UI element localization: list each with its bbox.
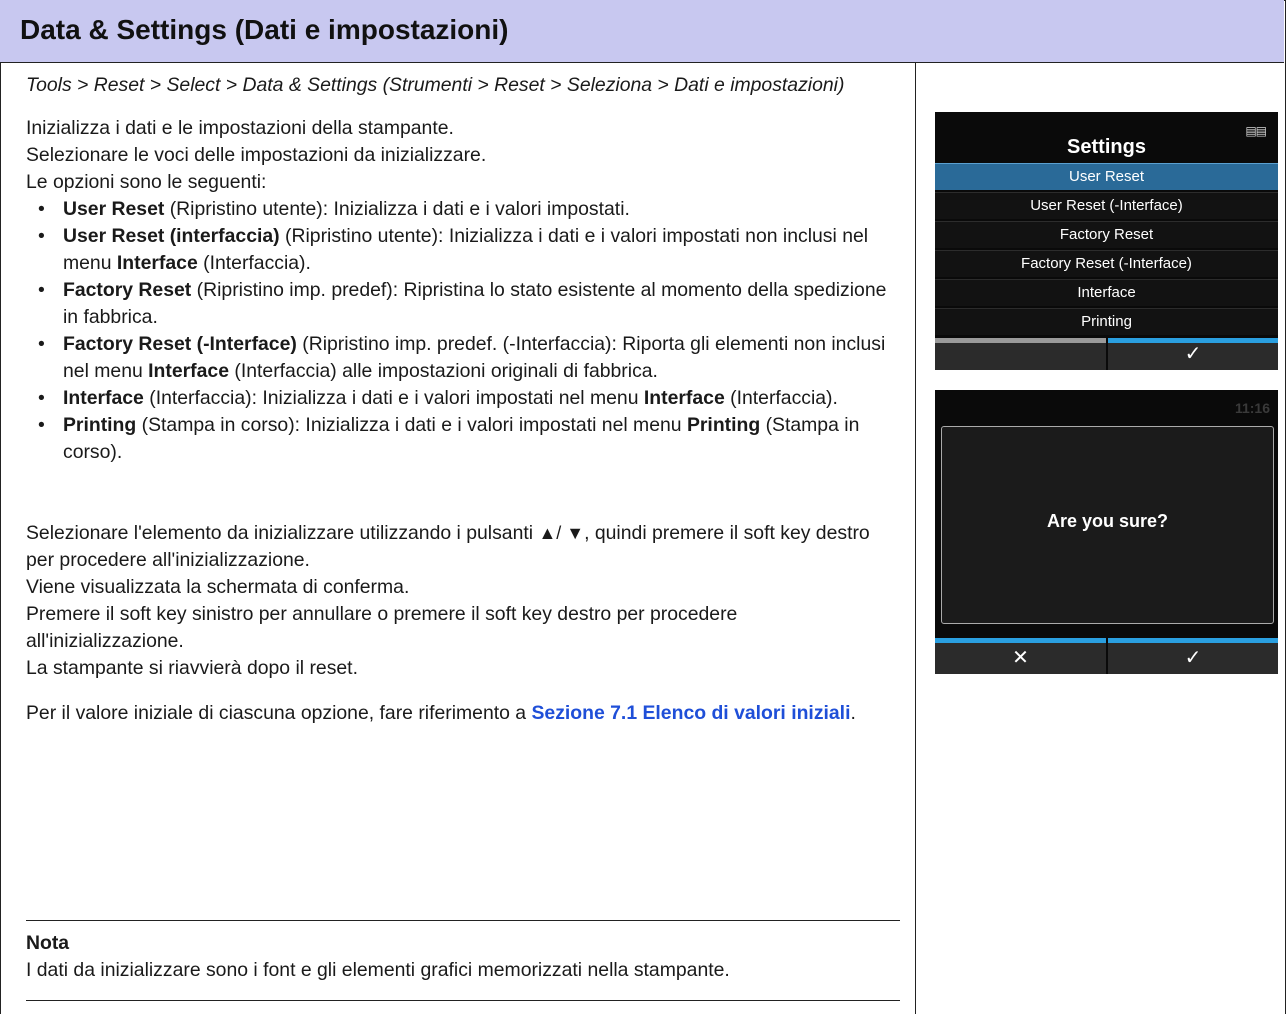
check-icon: ✓ (1184, 343, 1202, 365)
menu-item-interface[interactable]: Interface (935, 279, 1278, 306)
list-item: • Printing (Stampa in corso): Inizializza… (38, 414, 860, 463)
ok-soft-key[interactable]: ✓ (1108, 638, 1278, 674)
section-header: Data & Settings (Dati e impostazioni) (0, 0, 1284, 63)
intro-line-3: Le opzioni sono le seguenti: (26, 171, 267, 193)
menu-item-user-reset[interactable]: User Reset (935, 163, 1278, 190)
left-soft-key-accent (935, 338, 1106, 343)
check-icon: ✓ (1184, 647, 1202, 669)
list-item: • User Reset (interfaccia) (Ripristino ut… (38, 225, 869, 274)
note-bottom-rule (26, 1000, 900, 1001)
soft-key-bar: ✓ (935, 338, 1278, 370)
close-icon: ✕ (1012, 647, 1029, 669)
note-text: I dati da inizializzare sono i font e gl… (26, 959, 730, 981)
list-item: • User Reset (Ripristino utente): Inizial… (38, 198, 630, 220)
reference-text: Per il valore iniziale di ciascuna opzio… (26, 702, 856, 724)
reference-link[interactable]: Sezione 7.1 Elenco di valori iniziali (531, 702, 850, 724)
options-list: • User Reset (Ripristino utente): Inizial… (26, 196, 896, 466)
dialog-text: Are you sure? (1046, 511, 1169, 531)
menu-item-factory-reset-interface[interactable]: Factory Reset (-Interface) (935, 250, 1278, 277)
note-title: Nota (26, 932, 70, 954)
menu-item-printing[interactable]: Printing (935, 308, 1278, 335)
list-item: • Interface (Interfaccia): Inizializza i … (38, 387, 838, 409)
restart-text: La stampante si riavvierà dopo il reset. (26, 657, 358, 679)
menu-item-user-reset-interface[interactable]: User Reset (-Interface) (935, 192, 1278, 219)
menu-path: Tools > Reset > Select > Data & Settings… (26, 74, 845, 96)
left-soft-key-accent (935, 638, 1106, 643)
lcd-settings-screen: ▤▤ Settings User Reset User Reset (-Inte… (935, 112, 1278, 370)
up-down-arrow-icon: ▲/ ▼ (538, 523, 585, 543)
main-content: Tools > Reset > Select > Data & Settings… (26, 72, 896, 727)
page-title: Data & Settings (Dati e impostazioni) (20, 14, 509, 45)
intro-line-2: Selezionare le voci delle impostazioni d… (26, 144, 487, 166)
note-box: Nota I dati da inizializzare sono i font… (26, 930, 900, 984)
list-item: • Factory Reset (-Interface) (Ripristino … (38, 333, 886, 382)
soft-key-bar: ✕ ✓ (935, 638, 1278, 674)
column-divider (915, 63, 916, 1014)
right-soft-key-accent (1108, 638, 1278, 643)
select-instruction: Selezionare l'elemento da inizializzare … (26, 522, 870, 571)
confirm-dialog: Are you sure? (941, 426, 1274, 624)
cancel-soft-key[interactable]: ✕ (935, 638, 1106, 674)
right-soft-key-accent (1108, 338, 1278, 343)
press-instruction: Premere il soft key sinistro per annulla… (26, 603, 738, 652)
list-item: • Factory Reset (Ripristino imp. predef):… (38, 279, 887, 328)
intro-line-1: Inizializza i dati e le impostazioni del… (26, 117, 454, 139)
clock: 11:16 (1234, 400, 1270, 416)
menu-item-factory-reset[interactable]: Factory Reset (935, 221, 1278, 248)
screen-title: Settings (1067, 136, 1146, 158)
confirm-text: Viene visualizzata la schermata di confe… (26, 576, 410, 598)
note-top-rule (26, 920, 900, 921)
lcd-confirm-screen: 11:16 Are you sure? ✕ ✓ (935, 390, 1278, 674)
